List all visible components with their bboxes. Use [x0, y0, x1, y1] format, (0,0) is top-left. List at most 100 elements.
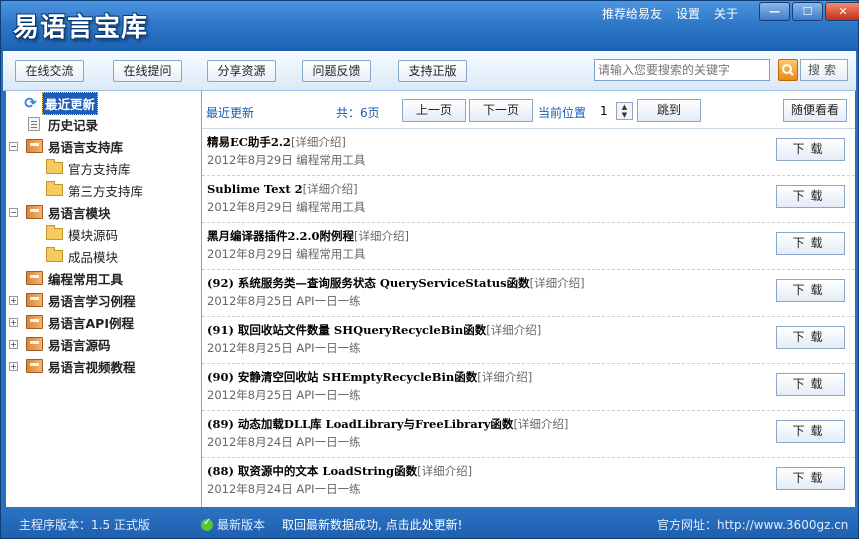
update-link[interactable]: 取回最新数据成功, 点击此处更新! — [282, 516, 462, 533]
page-number-field[interactable]: 1 — [600, 104, 608, 118]
recommend-link[interactable]: 推荐给易友 — [602, 5, 662, 22]
share-resource-button[interactable]: 分享资源 — [207, 60, 276, 82]
about-link[interactable]: 关于 — [714, 5, 738, 22]
folder-icon — [46, 225, 63, 240]
collapse-icon[interactable]: − — [9, 208, 18, 217]
download-button[interactable]: 下载 — [776, 373, 845, 396]
item-title: 黑月编译器插件2.2.0附例程[详细介绍] — [207, 229, 409, 243]
support-genuine-button[interactable]: 支持正版 — [398, 60, 467, 82]
list-item: 黑月编译器插件2.2.0附例程[详细介绍] 2012年8月29日 编程常用工具 … — [202, 223, 855, 270]
maximize-button[interactable]: ☐ — [792, 2, 823, 21]
list-item: (89) 动态加载DLL库 LoadLibrary与FreeLibrary函数[… — [202, 411, 855, 458]
tree-item-label: 易语言支持库 — [48, 139, 124, 155]
item-meta: 2012年8月25日 API一日一练 — [207, 294, 361, 308]
tree-item-source[interactable]: 易语言源码 — [26, 334, 113, 354]
tree-item-learning[interactable]: 易语言学习例程 — [26, 290, 138, 310]
expand-icon[interactable]: + — [9, 296, 18, 305]
tree-item-modules[interactable]: 易语言模块 — [26, 202, 113, 222]
tree-item-label: 成品模块 — [68, 249, 119, 265]
tree-item-finished-module[interactable]: 成品模块 — [46, 246, 120, 266]
item-meta: 2012年8月25日 API一日一练 — [207, 388, 361, 402]
download-button[interactable]: 下载 — [776, 467, 845, 490]
tree-item-support-lib[interactable]: 易语言支持库 — [26, 136, 125, 156]
book-icon — [26, 271, 43, 285]
tree-item-label: 官方支持库 — [68, 161, 131, 177]
tree-item-module-source[interactable]: 模块源码 — [46, 224, 120, 244]
search-input[interactable] — [594, 59, 770, 81]
tree-item-label: 易语言API例程 — [48, 315, 134, 331]
search-button[interactable]: 搜索 — [800, 59, 848, 81]
next-page-button[interactable]: 下一页 — [469, 99, 533, 122]
history-icon — [28, 117, 40, 131]
detail-link[interactable]: [详细介绍] — [291, 135, 346, 149]
download-button[interactable]: 下载 — [776, 326, 845, 349]
download-button[interactable]: 下载 — [776, 279, 845, 302]
list-item: (90) 安静清空回收站 SHEmptyRecycleBin函数[详细介绍] 2… — [202, 364, 855, 411]
tree-item-label: 易语言学习例程 — [48, 293, 136, 309]
book-icon — [26, 205, 43, 219]
toolbar: 在线交流 在线提问 分享资源 问题反馈 支持正版 搜索 — [3, 51, 856, 91]
item-title: (88) 取资源中的文本 LoadString函数[详细介绍] — [207, 464, 473, 478]
tree-item-api[interactable]: 易语言API例程 — [26, 312, 136, 332]
page-spinner[interactable]: ▲ ▼ — [616, 102, 633, 120]
expand-icon[interactable]: + — [9, 340, 18, 349]
website-text[interactable]: 官方网址：http://www.3600gz.cn — [657, 516, 848, 533]
folder-icon — [46, 159, 63, 174]
detail-link[interactable]: [详细介绍] — [303, 182, 358, 196]
content-panel: 最近更新 共：6页 上一页 下一页 当前位置 1 ▲ ▼ 跳到 随便看看 精易EC… — [202, 91, 855, 507]
refresh-icon: ⟳ — [24, 94, 37, 112]
item-title: (90) 安静清空回收站 SHEmptyRecycleBin函数[详细介绍] — [207, 370, 533, 384]
latest-version-indicator: 最新版本 — [201, 516, 265, 533]
version-text: 主程序版本：1.5 正式版 — [19, 518, 150, 532]
download-button[interactable]: 下载 — [776, 232, 845, 255]
tree-item-official-lib[interactable]: 官方支持库 — [46, 158, 133, 178]
tree-item-history[interactable]: 历史记录 — [28, 114, 100, 134]
tree-item-recent[interactable]: ⟳ 最近更新 — [22, 91, 99, 115]
detail-link[interactable]: [详细介绍] — [513, 417, 568, 431]
download-button[interactable]: 下载 — [776, 185, 845, 208]
detail-link[interactable]: [详细介绍] — [417, 464, 472, 478]
tree-item-tools[interactable]: 编程常用工具 — [26, 268, 125, 288]
app-window: 易语言宝库 推荐给易友 设置 关于 — ☐ ✕ 在线交流 在线提问 分享资源 问… — [0, 0, 859, 539]
download-button[interactable]: 下载 — [776, 138, 845, 161]
expand-icon[interactable]: + — [9, 318, 18, 327]
jump-button[interactable]: 跳到 — [637, 99, 701, 122]
prev-page-button[interactable]: 上一页 — [402, 99, 466, 122]
minimize-button[interactable]: — — [759, 2, 790, 21]
tree-item-label: 历史记录 — [48, 117, 99, 133]
close-button[interactable]: ✕ — [825, 2, 859, 21]
feedback-button[interactable]: 问题反馈 — [302, 60, 371, 82]
detail-link[interactable]: [详细介绍] — [354, 229, 409, 243]
detail-link[interactable]: [详细介绍] — [530, 276, 585, 290]
book-icon — [26, 359, 43, 373]
book-icon — [26, 315, 43, 329]
item-title: (92) 系统服务类—查询服务状态 QueryServiceStatus函数[详… — [207, 276, 585, 290]
tree-item-video[interactable]: 易语言视频教程 — [26, 356, 138, 376]
settings-link[interactable]: 设置 — [676, 5, 700, 22]
position-label: 当前位置 — [538, 106, 587, 120]
detail-link[interactable]: [详细介绍] — [477, 370, 532, 384]
check-icon — [201, 517, 213, 531]
book-icon — [26, 293, 43, 307]
resource-list: 精易EC助手2.2[详细介绍] 2012年8月29日 编程常用工具 下载 Sub… — [202, 129, 855, 505]
book-icon — [26, 337, 43, 351]
tree-item-label: 第三方支持库 — [68, 183, 144, 199]
online-question-button[interactable]: 在线提问 — [113, 60, 182, 82]
book-icon — [26, 139, 43, 153]
item-meta: 2012年8月29日 编程常用工具 — [207, 247, 366, 261]
category-tree: ⟳ 最近更新 历史记录 − 易语言支持库 官方支持库 第三方支持库 − 易语言模… — [6, 91, 202, 507]
search-icon[interactable] — [778, 59, 798, 81]
tree-item-label: 模块源码 — [68, 227, 119, 243]
title-bar: 易语言宝库 推荐给易友 设置 关于 — ☐ ✕ — [1, 1, 859, 51]
collapse-icon[interactable]: − — [9, 142, 18, 151]
download-button[interactable]: 下载 — [776, 420, 845, 443]
random-button[interactable]: 随便看看 — [783, 99, 847, 122]
item-meta: 2012年8月29日 编程常用工具 — [207, 153, 366, 167]
online-chat-button[interactable]: 在线交流 — [15, 60, 84, 82]
detail-link[interactable]: [详细介绍] — [486, 323, 541, 337]
page-count: 共：6页 — [336, 106, 380, 120]
tree-item-label: 易语言视频教程 — [48, 359, 136, 375]
expand-icon[interactable]: + — [9, 362, 18, 371]
tree-item-third-party-lib[interactable]: 第三方支持库 — [46, 180, 145, 200]
list-item: (92) 系统服务类—查询服务状态 QueryServiceStatus函数[详… — [202, 270, 855, 317]
